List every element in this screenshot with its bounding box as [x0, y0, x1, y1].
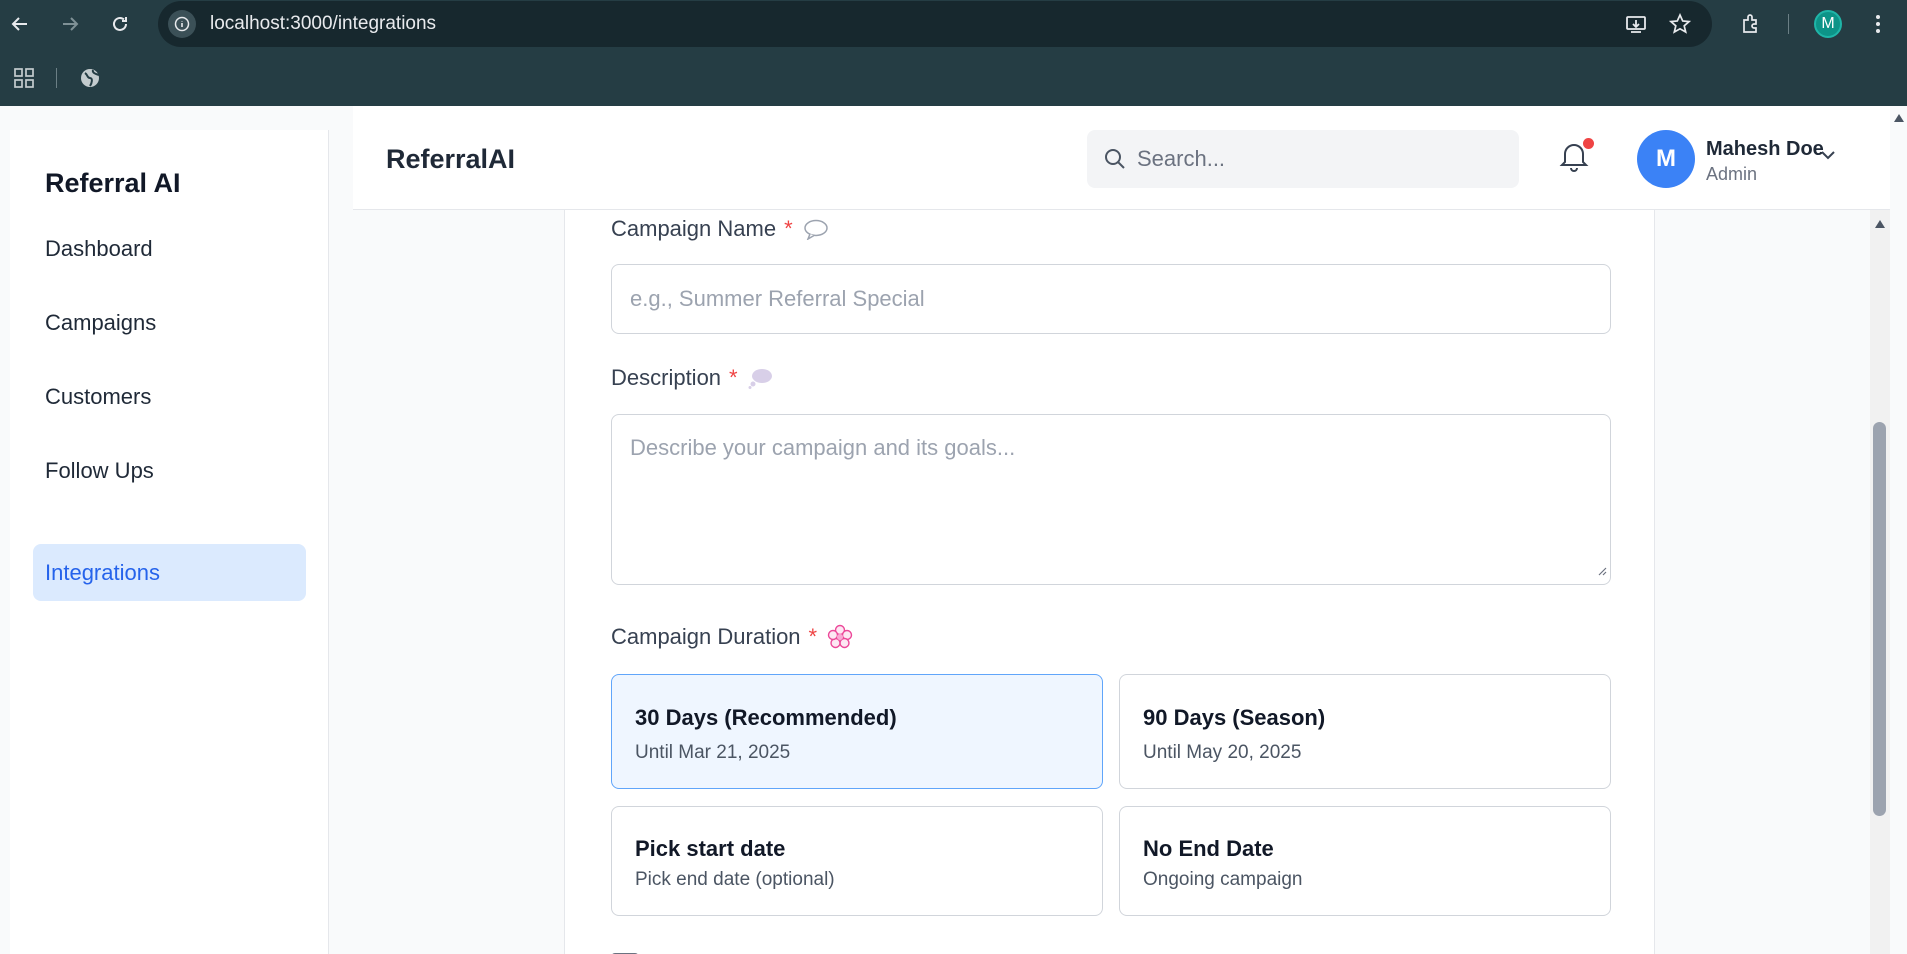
- duration-option-subtitle: Until Mar 21, 2025: [635, 742, 791, 763]
- description-label: Description *: [611, 365, 774, 391]
- address-bar[interactable]: localhost:3000/integrations: [158, 1, 1712, 47]
- notification-dot: [1583, 138, 1594, 149]
- forward-arrow-icon: [63, 17, 79, 31]
- campaign-form-card: Campaign Name * Description * Campaign D…: [564, 210, 1655, 954]
- duration-option-30-days[interactable]: 30 Days (Recommended) Until Mar 21, 2025: [611, 674, 1103, 789]
- sidebar-item-dashboard[interactable]: Dashboard: [33, 220, 306, 277]
- duration-option-title: Pick start date: [635, 836, 786, 861]
- search-box[interactable]: [1087, 130, 1519, 188]
- sidebar-item-follow-ups[interactable]: Follow Ups: [33, 442, 306, 499]
- speech-bubble-icon: [803, 218, 829, 240]
- duration-option-subtitle: Ongoing campaign: [1143, 869, 1303, 890]
- description-label-text: Description: [611, 365, 722, 390]
- scroll-up-icon[interactable]: [1874, 216, 1886, 228]
- campaign-duration-label: Campaign Duration *: [611, 624, 853, 650]
- thought-bubble-icon: [748, 367, 774, 389]
- top-header: ReferralAI M Mahesh Doe Admin: [353, 106, 1890, 210]
- required-mark: *: [808, 624, 818, 649]
- bookmark-star-icon[interactable]: [1662, 6, 1698, 42]
- toolbar-divider: [1788, 14, 1789, 34]
- browser-profile-avatar[interactable]: M: [1814, 10, 1842, 38]
- bookmarks-divider: [56, 68, 57, 88]
- notifications-button[interactable]: [1559, 138, 1595, 176]
- required-mark: *: [729, 365, 738, 390]
- campaign-name-label-text: Campaign Name: [611, 216, 777, 241]
- url-text: localhost:3000/integrations: [210, 13, 437, 34]
- search-input[interactable]: [1137, 130, 1507, 188]
- sidebar-item-customers[interactable]: Customers: [33, 368, 306, 425]
- campaign-name-input[interactable]: [611, 264, 1611, 334]
- duration-option-no-end-date[interactable]: No End Date Ongoing campaign: [1119, 806, 1611, 916]
- duration-option-subtitle: Pick end date (optional): [635, 869, 835, 890]
- browser-menu-icon[interactable]: [1860, 6, 1896, 42]
- back-button[interactable]: [2, 6, 38, 42]
- description-field: [611, 414, 1611, 585]
- duration-option-90-days[interactable]: 90 Days (Season) Until May 20, 2025: [1119, 674, 1611, 789]
- sidebar-item-integrations[interactable]: Integrations: [33, 544, 306, 601]
- back-arrow-icon: [11, 17, 27, 31]
- site-info-icon[interactable]: [168, 10, 196, 38]
- sidebar-item-campaigns[interactable]: Campaigns: [33, 294, 306, 351]
- reload-button[interactable]: [102, 6, 138, 42]
- campaign-duration-label-text: Campaign Duration: [611, 624, 801, 649]
- page-scroll-up-icon[interactable]: [1893, 110, 1905, 128]
- bookmarks-bar: [0, 58, 1907, 98]
- scrollbar-thumb[interactable]: [1873, 422, 1886, 816]
- search-icon: [1103, 147, 1127, 176]
- campaign-name-label: Campaign Name *: [611, 216, 829, 242]
- install-app-icon[interactable]: [1618, 6, 1654, 42]
- user-role: Admin: [1706, 164, 1758, 184]
- extensions-icon[interactable]: [1733, 6, 1769, 42]
- page-viewport: Referral AI Dashboard Campaigns Customer…: [0, 106, 1907, 954]
- user-name[interactable]: Mahesh Doe: [1706, 138, 1824, 161]
- browser-toolbar: localhost:3000/integrations M: [0, 0, 1907, 48]
- description-textarea[interactable]: [611, 414, 1611, 585]
- user-avatar[interactable]: M: [1637, 130, 1695, 188]
- flower-icon: [827, 624, 853, 650]
- resize-grip-icon[interactable]: [1597, 563, 1607, 581]
- reload-icon: [113, 16, 127, 31]
- sidebar-brand: Referral AI: [45, 168, 181, 198]
- duration-option-custom-dates[interactable]: Pick start date Pick end date (optional): [611, 806, 1103, 916]
- apps-grid-icon[interactable]: [6, 60, 42, 96]
- duration-option-subtitle: Until May 20, 2025: [1143, 742, 1302, 763]
- forward-button[interactable]: [52, 6, 88, 42]
- required-mark: *: [784, 216, 793, 241]
- globe-bookmark-icon[interactable]: [72, 60, 108, 96]
- sidebar: Referral AI Dashboard Campaigns Customer…: [10, 130, 329, 954]
- duration-option-title: 30 Days (Recommended): [635, 705, 897, 730]
- header-title: ReferralAI: [386, 144, 516, 174]
- chevron-down-icon[interactable]: [1819, 146, 1837, 169]
- duration-option-title: No End Date: [1143, 836, 1274, 861]
- browser-chrome: localhost:3000/integrations M: [0, 0, 1907, 106]
- duration-option-title: 90 Days (Season): [1143, 705, 1326, 730]
